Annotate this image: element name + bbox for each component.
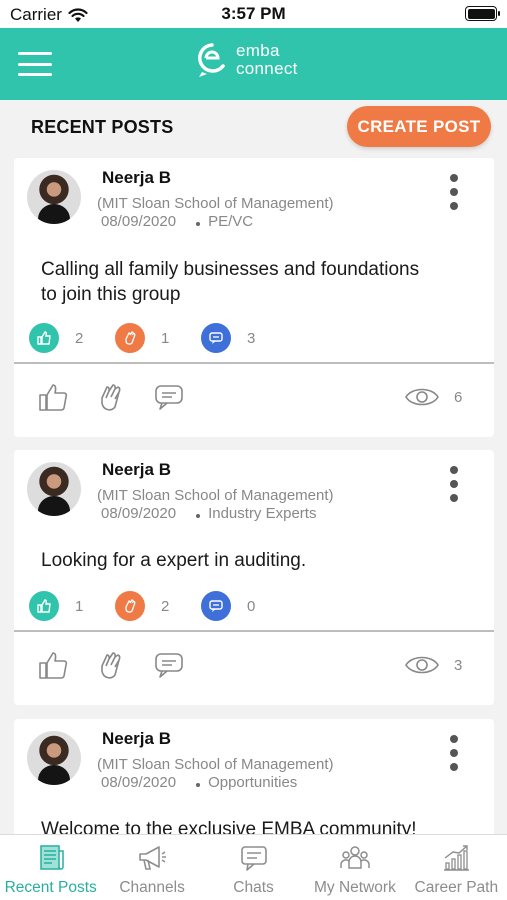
post-author[interactable]: Neerja B — [102, 168, 171, 188]
clap-icon — [101, 652, 121, 679]
tab-label: Recent Posts — [4, 879, 97, 896]
brand-name-line1: emba — [236, 41, 280, 60]
like-button[interactable] — [36, 648, 70, 682]
tab-chats[interactable]: Chats — [203, 835, 304, 900]
chat-icon — [239, 843, 269, 873]
avatar[interactable] — [27, 170, 81, 224]
tab-label: Career Path — [414, 879, 499, 896]
divider — [14, 362, 494, 364]
post-school: (MIT Sloan School of Management) — [97, 756, 334, 773]
tab-my-network[interactable]: My Network — [304, 835, 405, 900]
post-date: 08/09/2020 — [101, 505, 177, 522]
post-card: Neerja B (MIT Sloan School of Management… — [14, 719, 494, 834]
comment-button[interactable] — [152, 380, 186, 414]
like-button[interactable] — [36, 380, 70, 414]
post-actions — [36, 380, 210, 414]
clap-count: 1 — [115, 323, 173, 353]
tab-career-path[interactable]: Career Path — [406, 835, 507, 900]
status-bar: Carrier 3:57 PM — [0, 0, 507, 28]
comment-icon — [201, 591, 231, 621]
tab-label: My Network — [314, 879, 396, 896]
post-school: (MIT Sloan School of Management) — [97, 195, 334, 212]
people-icon — [340, 843, 370, 873]
post-meta: 08/09/2020 Opportunities — [101, 774, 297, 791]
divider — [14, 630, 494, 632]
megaphone-icon — [137, 843, 167, 873]
emba-logo-icon — [198, 43, 225, 77]
more-options-icon[interactable] — [446, 735, 462, 771]
post-content: Looking for a expert in auditing. — [41, 550, 307, 571]
bar-chart-icon — [441, 843, 471, 873]
clock: 3:57 PM — [221, 4, 286, 23]
thumbs-up-icon — [39, 652, 68, 679]
more-options-icon[interactable] — [446, 466, 462, 502]
reaction-summary: 1 2 0 — [29, 591, 287, 621]
clap-count: 2 — [115, 591, 173, 621]
tab-label: Chats — [233, 879, 274, 896]
comment-icon — [201, 323, 231, 353]
post-content: Calling all family businesses and founda… — [41, 259, 420, 305]
comment-icon — [155, 653, 183, 678]
like-count: 1 — [29, 591, 87, 621]
tab-label: Channels — [119, 879, 185, 896]
clap-icon — [101, 384, 121, 411]
thumbs-up-icon — [29, 591, 59, 621]
reaction-summary: 2 1 3 — [29, 323, 287, 353]
tab-channels[interactable]: Channels — [101, 835, 202, 900]
comment-count: 3 — [201, 323, 259, 353]
post-meta: 08/09/2020 Industry Experts — [101, 505, 316, 522]
post-meta: 08/09/2020 PE/VC — [101, 213, 253, 230]
like-count: 2 — [29, 323, 87, 353]
eye-icon — [405, 388, 439, 406]
create-post-button[interactable]: CREATE POST — [347, 106, 491, 147]
post-content: Welcome to the exclusive EMBA community! — [41, 819, 417, 834]
post-category: PE/VC — [208, 213, 254, 230]
view-count: 3 — [404, 653, 462, 677]
comment-icon — [155, 385, 183, 410]
view-count: 6 — [404, 385, 462, 409]
post-card: Neerja B (MIT Sloan School of Management… — [14, 450, 494, 705]
app-logo: emba connect — [196, 42, 298, 78]
post-school: (MIT Sloan School of Management) — [97, 487, 334, 504]
tab-recent-posts[interactable]: Recent Posts — [0, 835, 101, 900]
post-category: Opportunities — [208, 774, 298, 791]
bottom-tab-bar: Recent Posts Channels Chats My Network C… — [0, 834, 507, 900]
post-category: Industry Experts — [208, 505, 317, 522]
post-date: 08/09/2020 — [101, 774, 177, 791]
eye-icon — [405, 656, 439, 674]
thumbs-up-icon — [39, 384, 68, 411]
clap-icon — [115, 591, 145, 621]
clap-button[interactable] — [94, 380, 128, 414]
hamburger-menu-button[interactable] — [18, 52, 52, 76]
page-title: RECENT POSTS — [31, 117, 174, 137]
post-author[interactable]: Neerja B — [102, 729, 171, 749]
thumbs-up-icon — [29, 323, 59, 353]
brand-name-line2: connect — [236, 59, 298, 78]
newspaper-icon — [36, 843, 66, 873]
posts-subheader: RECENT POSTS CREATE POST — [0, 100, 507, 152]
post-author[interactable]: Neerja B — [102, 460, 171, 480]
clap-button[interactable] — [94, 648, 128, 682]
post-card: Neerja B (MIT Sloan School of Management… — [14, 158, 494, 437]
post-date: 08/09/2020 — [101, 213, 177, 230]
clap-icon — [115, 323, 145, 353]
post-actions — [36, 648, 210, 682]
comment-button[interactable] — [152, 648, 186, 682]
comment-count: 0 — [201, 591, 259, 621]
avatar[interactable] — [27, 462, 81, 516]
more-options-icon[interactable] — [446, 174, 462, 210]
avatar[interactable] — [27, 731, 81, 785]
app-header: emba connect — [0, 28, 507, 100]
battery-icon — [465, 6, 500, 21]
